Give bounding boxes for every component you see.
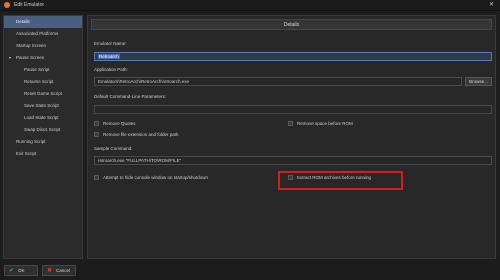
emulator-name-label: Emulator Name: [94, 41, 127, 46]
section-header: Details [91, 19, 492, 30]
sidebar-item-swap-discs-script[interactable]: Swap Discs Script [4, 124, 82, 136]
sidebar-item-pause-screen[interactable]: ▾ Pause Screen [4, 52, 82, 64]
cancel-button[interactable]: ✖ Cancel [42, 265, 76, 276]
title-bar: Edit Emulator ✕ [0, 0, 500, 11]
remove-quotes-label: Remove Quotes [103, 121, 136, 126]
remove-space-label: Remove space before ROM [297, 121, 353, 126]
remove-space-option[interactable]: Remove space before ROM [288, 121, 353, 126]
remove-extension-option[interactable]: Remove file extension and folder path [94, 132, 179, 137]
app-icon [4, 2, 10, 8]
remove-extension-label: Remove file extension and folder path [103, 132, 179, 137]
sidebar-item-reset-game-script[interactable]: Reset Game Script [4, 88, 82, 100]
sidebar-item-startup-screen[interactable]: Startup Screen [4, 40, 82, 52]
remove-extension-checkbox[interactable] [94, 132, 99, 137]
sidebar-item-label: Pause Screen [16, 55, 45, 60]
sidebar-item-exit-script[interactable]: Exit Script [4, 148, 82, 160]
details-panel: Details Emulator Name: Retroarch Applica… [87, 15, 496, 259]
cancel-label: Cancel [56, 268, 71, 273]
extract-rom-label: Extract ROM archives before running [297, 175, 372, 180]
sidebar-item-running-script[interactable]: Running Script [4, 136, 82, 148]
sidebar-item-associated-platforms[interactable]: Associated Platforms [4, 28, 82, 40]
sidebar: Details Associated Platforms Startup Scr… [3, 15, 83, 259]
footer-bar: ✔ OK ✖ Cancel [0, 262, 500, 280]
hide-console-label: Attempt to hide console window on startu… [103, 175, 209, 180]
extract-rom-checkbox[interactable] [288, 175, 293, 180]
hide-console-checkbox[interactable] [94, 175, 99, 180]
sample-command-label: Sample Command: [94, 146, 133, 151]
emulator-name-value: Retroarch [98, 54, 120, 59]
remove-space-checkbox[interactable] [288, 121, 293, 126]
sample-command-field: retroarch.exe "FULLPATH\TO\ROM\FILE" [94, 156, 492, 165]
ok-button[interactable]: ✔ OK [4, 265, 38, 276]
remove-quotes-checkbox[interactable] [94, 121, 99, 126]
window-title: Edit Emulator [14, 2, 45, 8]
sidebar-item-pause-script[interactable]: Pause Script [4, 64, 82, 76]
application-path-input[interactable]: Emulators\RetroArch\RetroArch\retroarch.… [94, 77, 462, 86]
sidebar-item-load-state-script[interactable]: Load State Script [4, 112, 82, 124]
default-cmd-label: Default Command-Line Parameters: [94, 94, 167, 99]
ok-label: OK [18, 268, 25, 273]
close-icon[interactable]: ✕ [489, 2, 494, 9]
highlight-box [278, 171, 403, 190]
browse-button[interactable]: Browse... [465, 77, 492, 86]
cancel-icon: ✖ [47, 268, 53, 274]
sidebar-item-save-state-script[interactable]: Save State Script [4, 100, 82, 112]
application-path-label: Application Path: [94, 67, 128, 72]
hide-console-option[interactable]: Attempt to hide console window on startu… [94, 175, 208, 180]
expand-chevron-icon[interactable]: ▾ [9, 52, 11, 64]
default-cmd-input[interactable] [94, 105, 492, 114]
checkmark-icon: ✔ [9, 268, 15, 274]
emulator-name-input[interactable]: Retroarch [94, 52, 492, 61]
sidebar-item-resume-script[interactable]: Resume Script [4, 76, 82, 88]
remove-quotes-option[interactable]: Remove Quotes [94, 121, 136, 126]
sidebar-item-details[interactable]: Details [4, 16, 82, 28]
extract-rom-option[interactable]: Extract ROM archives before running [288, 175, 371, 180]
